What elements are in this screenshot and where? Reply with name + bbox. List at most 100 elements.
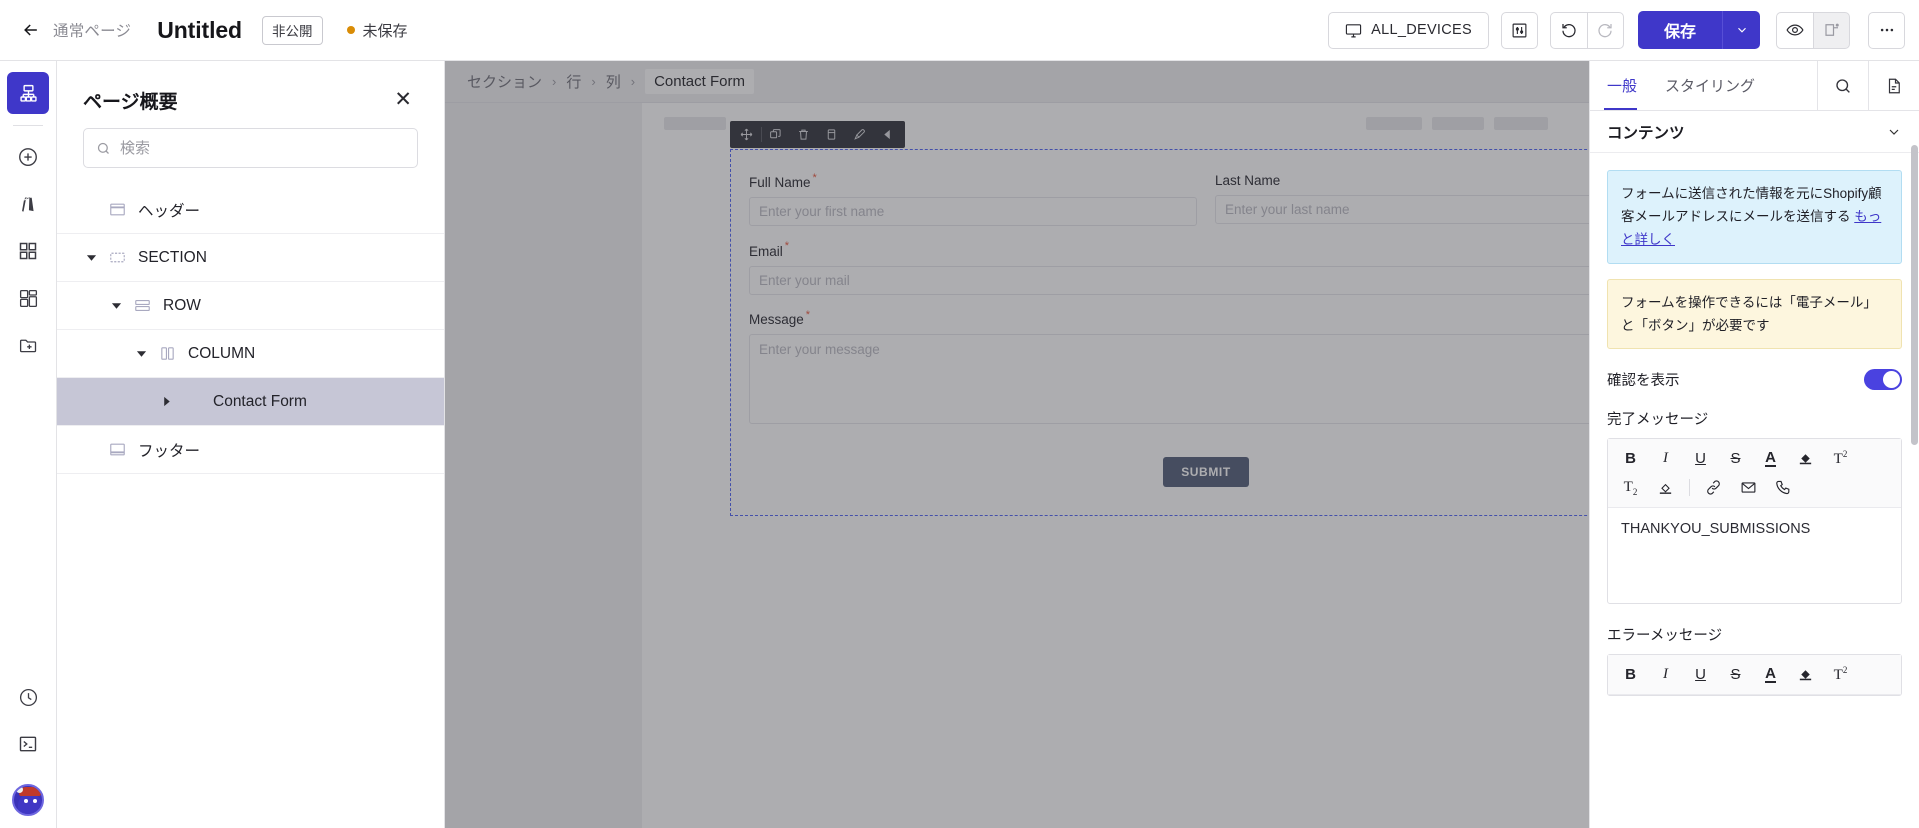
underline-icon[interactable]: U — [1684, 660, 1717, 689]
close-icon[interactable]: ✕ — [388, 87, 418, 112]
avatar[interactable] — [12, 784, 44, 816]
history-icon[interactable] — [7, 676, 49, 718]
terminal-icon[interactable] — [7, 723, 49, 765]
tree-item-section[interactable]: SECTION — [57, 234, 444, 282]
avatar-eye-left — [24, 799, 28, 803]
sliders-icon[interactable] — [1500, 11, 1538, 49]
caret-down-icon[interactable] — [133, 346, 149, 362]
trash-icon[interactable] — [790, 121, 818, 148]
sidebar-item-shopify[interactable] — [7, 183, 49, 225]
tree-item-contact-form[interactable]: Contact Form — [57, 378, 444, 426]
save-button[interactable]: 保存 — [1637, 11, 1722, 49]
tree-item-column[interactable]: COLUMN — [57, 330, 444, 378]
redo-icon[interactable] — [1586, 11, 1624, 49]
form-input-message[interactable] — [749, 333, 1663, 424]
show-confirmation-row: 確認を表示 — [1607, 369, 1902, 391]
arrow-left-icon[interactable] — [18, 17, 44, 43]
bold-icon[interactable]: B — [1614, 444, 1647, 473]
sidebar-item-sections[interactable] — [7, 230, 49, 272]
submit-row: SUBMIT — [749, 456, 1663, 487]
contact-form-fields: Full Name*Last NameEmail*Message* — [749, 172, 1663, 429]
eye-icon[interactable] — [1776, 11, 1813, 49]
save-state-label: 未保存 — [362, 22, 408, 40]
content-section-header[interactable]: コンテンツ — [1590, 111, 1919, 153]
underline-icon[interactable]: U — [1684, 444, 1717, 473]
view-button-group — [1776, 11, 1850, 49]
visibility-badge[interactable]: 非公開 — [262, 15, 323, 45]
document-icon[interactable] — [1868, 61, 1919, 110]
tree-item-label: フッター — [138, 442, 201, 460]
email-link-icon[interactable] — [1732, 473, 1765, 502]
breadcrumb-item-current[interactable]: Contact Form — [645, 69, 754, 94]
strikethrough-icon[interactable]: S — [1719, 444, 1752, 473]
tree-item-row[interactable]: ROW — [57, 282, 444, 330]
left-icon-rail — [0, 61, 57, 828]
form-input-email[interactable] — [749, 265, 1663, 295]
page-layout-icon[interactable] — [1813, 11, 1850, 49]
bold-icon[interactable]: B — [1614, 660, 1647, 689]
breadcrumb-item[interactable]: セクション — [467, 71, 542, 92]
submit-button[interactable]: SUBMIT — [1163, 456, 1249, 487]
phone-link-icon[interactable] — [1767, 473, 1800, 502]
show-confirmation-toggle[interactable] — [1864, 369, 1902, 391]
device-selector-button[interactable]: ALL_DEVICES — [1328, 11, 1489, 49]
sidebar-item-templates[interactable] — [7, 277, 49, 319]
none — [183, 392, 202, 411]
page-outline-header: ページ概要 ✕ — [57, 61, 444, 114]
copy-icon[interactable] — [762, 121, 790, 148]
success-toolbar-row-2: T2 — [1614, 473, 1895, 502]
info-notice: フォームに送信された情報を元にShopify顧客メールアドレスにメールを送信する… — [1607, 170, 1902, 264]
italic-icon[interactable]: I — [1649, 660, 1682, 689]
sidebar-item-add-element[interactable] — [7, 136, 49, 178]
chevron-down-icon[interactable] — [1886, 124, 1902, 140]
tree-item-label: ROW — [163, 296, 201, 314]
subscript-icon[interactable]: T2 — [1614, 473, 1647, 502]
form-field-label-wrap: Full Name * — [749, 172, 1197, 197]
strikethrough-icon[interactable]: S — [1719, 660, 1752, 689]
italic-icon[interactable]: I — [1649, 444, 1682, 473]
caret-right-icon[interactable] — [158, 394, 174, 410]
superscript-icon[interactable]: T2 — [1824, 660, 1857, 689]
tree-item-label: SECTION — [138, 248, 207, 266]
tab-general[interactable]: 一般 — [1590, 61, 1651, 110]
chevron-down-icon[interactable] — [1722, 11, 1760, 49]
link-icon[interactable] — [1697, 473, 1730, 502]
highlight-color-icon[interactable] — [1789, 660, 1822, 689]
text-color-icon[interactable]: A — [1754, 660, 1787, 689]
search-icon[interactable] — [1817, 61, 1868, 110]
contact-form-element[interactable]: Full Name*Last NameEmail*Message* SUBMIT — [729, 121, 1682, 516]
success-message-content[interactable]: THANKYOU_SUBMISSIONS — [1608, 508, 1901, 603]
show-confirmation-label: 確認を表示 — [1607, 373, 1680, 390]
search-input[interactable] — [120, 139, 405, 157]
content-section-title: コンテンツ — [1607, 124, 1685, 142]
breadcrumb-item[interactable]: 行 — [566, 71, 581, 92]
error-message-label: エラーメッセージ — [1607, 628, 1723, 645]
clear-format-icon[interactable] — [1649, 473, 1682, 502]
undo-icon[interactable] — [1549, 11, 1587, 49]
toggle-knob — [1883, 371, 1900, 389]
duplicate-icon[interactable] — [818, 121, 846, 148]
tree-item-フッター[interactable]: フッター — [57, 426, 444, 474]
tree-item-label: ヘッダー — [138, 202, 201, 220]
caret-down-icon[interactable] — [108, 298, 124, 314]
caret-left-icon[interactable] — [874, 121, 902, 148]
text-color-icon[interactable]: A — [1754, 444, 1787, 473]
brush-icon[interactable] — [846, 121, 874, 148]
caret-down-icon[interactable] — [83, 250, 99, 266]
form-input-full-name[interactable] — [749, 197, 1197, 227]
tree-item-ヘッダー[interactable]: ヘッダー — [57, 186, 444, 234]
tab-styling[interactable]: スタイリング — [1651, 61, 1769, 110]
breadcrumb-item[interactable]: 列 — [606, 71, 621, 92]
superscript-icon[interactable]: T2 — [1824, 444, 1857, 473]
device-selector-label: ALL_DEVICES — [1371, 22, 1472, 38]
sidebar-item-assets[interactable] — [7, 324, 49, 366]
form-row-name: Full Name* Last Name — [749, 172, 1663, 240]
sidebar-item-page-outline[interactable] — [7, 72, 49, 114]
move-icon[interactable] — [733, 121, 761, 148]
ellipsis-icon[interactable] — [1868, 11, 1905, 49]
search-box[interactable] — [83, 128, 418, 168]
placeholder-block — [1366, 117, 1422, 130]
inspector-scrollbar[interactable] — [1911, 111, 1918, 828]
highlight-color-icon[interactable] — [1789, 444, 1822, 473]
scrollbar-thumb[interactable] — [1911, 145, 1918, 445]
